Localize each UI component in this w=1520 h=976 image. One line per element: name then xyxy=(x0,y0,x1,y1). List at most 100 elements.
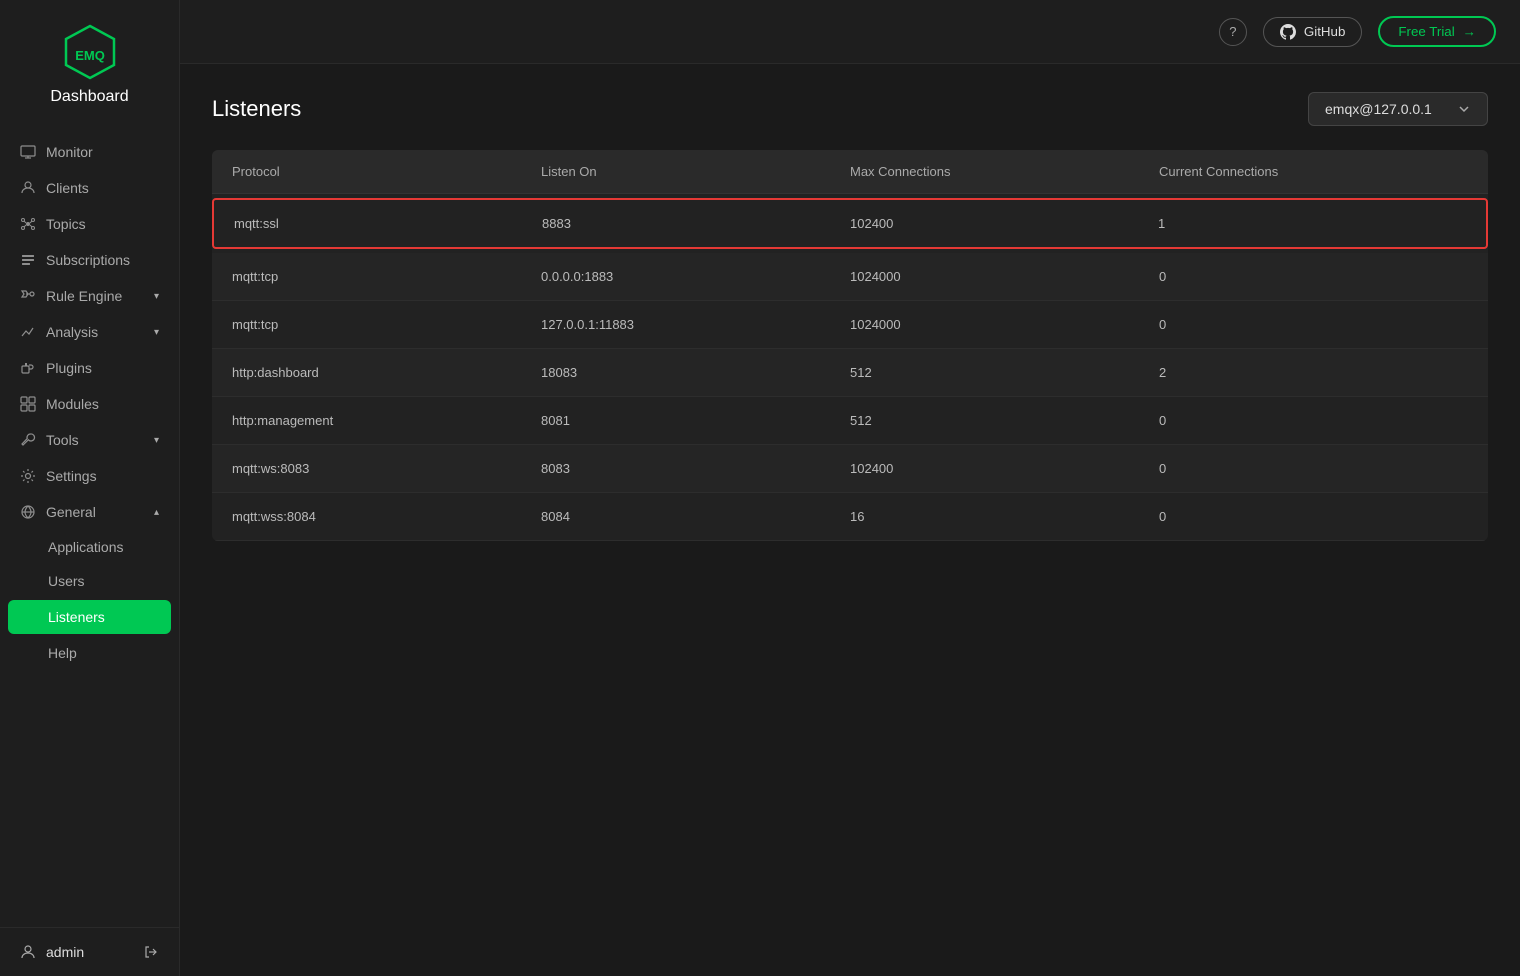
user-icon xyxy=(20,944,36,960)
svg-text:EMQ: EMQ xyxy=(75,48,105,63)
rule-engine-label: Rule Engine xyxy=(46,288,144,304)
clients-label: Clients xyxy=(46,180,159,196)
cell-listen_on: 8081 xyxy=(541,413,850,428)
general-label: General xyxy=(46,504,144,520)
cell-protocol: mqtt:wss:8084 xyxy=(232,509,541,524)
cell-current_connections: 0 xyxy=(1159,461,1468,476)
cell-listen_on: 18083 xyxy=(541,365,850,380)
table-body: mqtt:ssl88831024001mqtt:tcp0.0.0.0:18831… xyxy=(212,198,1488,541)
question-mark: ? xyxy=(1229,24,1236,39)
cell-max_connections: 102400 xyxy=(850,216,1158,231)
col-listen-on: Listen On xyxy=(541,164,850,179)
table-row[interactable]: mqtt:tcp127.0.0.1:1188310240000 xyxy=(212,301,1488,349)
monitor-label: Monitor xyxy=(46,144,159,160)
cell-listen_on: 127.0.0.1:11883 xyxy=(541,317,850,332)
cell-protocol: mqtt:tcp xyxy=(232,269,541,284)
emq-logo: EMQ xyxy=(62,24,118,80)
sidebar-item-users[interactable]: Users xyxy=(0,564,179,598)
tools-arrow: ▾ xyxy=(154,435,159,446)
chevron-down-icon xyxy=(1457,102,1471,116)
sidebar-item-general[interactable]: General ▴ xyxy=(0,494,179,530)
listeners-label: Listeners xyxy=(48,609,105,625)
general-icon xyxy=(20,504,36,520)
monitor-icon xyxy=(20,144,36,160)
sidebar: EMQ Dashboard Monitor Clients Topics Sub… xyxy=(0,0,180,976)
sidebar-item-analysis[interactable]: Analysis ▾ xyxy=(0,314,179,350)
sidebar-footer: admin xyxy=(0,927,179,976)
trial-arrow: → xyxy=(1463,24,1476,39)
sidebar-item-tools[interactable]: Tools ▾ xyxy=(0,422,179,458)
cell-max_connections: 102400 xyxy=(850,461,1159,476)
table-row[interactable]: mqtt:ws:808380831024000 xyxy=(212,445,1488,493)
general-arrow: ▴ xyxy=(154,507,159,518)
cell-max_connections: 16 xyxy=(850,509,1159,524)
listeners-table: Protocol Listen On Max Connections Curre… xyxy=(212,150,1488,541)
cell-current_connections: 0 xyxy=(1159,317,1468,332)
github-icon xyxy=(1280,24,1296,40)
cell-max_connections: 512 xyxy=(850,365,1159,380)
col-max-connections: Max Connections xyxy=(850,164,1159,179)
sidebar-item-monitor[interactable]: Monitor xyxy=(0,134,179,170)
node-selector[interactable]: emqx@127.0.0.1 xyxy=(1308,92,1488,126)
help-button[interactable]: ? xyxy=(1219,18,1247,46)
rule-engine-arrow: ▾ xyxy=(154,291,159,302)
cell-max_connections: 1024000 xyxy=(850,269,1159,284)
analysis-label: Analysis xyxy=(46,324,144,340)
applications-label: Applications xyxy=(48,539,124,555)
table-row[interactable]: mqtt:ssl88831024001 xyxy=(212,198,1488,249)
sidebar-item-subscriptions[interactable]: Subscriptions xyxy=(0,242,179,278)
sidebar-item-settings[interactable]: Settings xyxy=(0,458,179,494)
table-row[interactable]: http:management80815120 xyxy=(212,397,1488,445)
subscriptions-label: Subscriptions xyxy=(46,252,159,268)
modules-icon xyxy=(20,396,36,412)
github-button[interactable]: GitHub xyxy=(1263,17,1362,47)
col-protocol: Protocol xyxy=(232,164,541,179)
logout-icon[interactable] xyxy=(143,944,159,960)
page-content: Listeners emqx@127.0.0.1 Protocol Listen… xyxy=(180,64,1520,976)
sidebar-item-modules[interactable]: Modules xyxy=(0,386,179,422)
cell-protocol: http:dashboard xyxy=(232,365,541,380)
table-row[interactable]: mqtt:wss:80848084160 xyxy=(212,493,1488,541)
modules-label: Modules xyxy=(46,396,159,412)
cell-max_connections: 1024000 xyxy=(850,317,1159,332)
cell-listen_on: 8883 xyxy=(542,216,850,231)
topics-label: Topics xyxy=(46,216,159,232)
cell-protocol: mqtt:tcp xyxy=(232,317,541,332)
user-label: admin xyxy=(46,944,84,960)
analysis-arrow: ▾ xyxy=(154,327,159,338)
sidebar-item-help[interactable]: Help xyxy=(0,636,179,670)
free-trial-button[interactable]: Free Trial → xyxy=(1378,16,1496,47)
help-label: Help xyxy=(48,645,77,661)
cell-protocol: mqtt:ssl xyxy=(234,216,542,231)
sidebar-item-plugins[interactable]: Plugins xyxy=(0,350,179,386)
cell-current_connections: 0 xyxy=(1159,269,1468,284)
rule-engine-icon xyxy=(20,288,36,304)
users-label: Users xyxy=(48,573,85,589)
table-header: Protocol Listen On Max Connections Curre… xyxy=(212,150,1488,194)
cell-protocol: http:management xyxy=(232,413,541,428)
subscriptions-icon xyxy=(20,252,36,268)
sidebar-item-rule-engine[interactable]: Rule Engine ▾ xyxy=(0,278,179,314)
plugins-label: Plugins xyxy=(46,360,159,376)
sidebar-item-listeners[interactable]: Listeners xyxy=(8,600,171,634)
table-row[interactable]: http:dashboard180835122 xyxy=(212,349,1488,397)
table-row[interactable]: mqtt:tcp0.0.0.0:188310240000 xyxy=(212,253,1488,301)
github-label: GitHub xyxy=(1304,24,1345,39)
cell-current_connections: 2 xyxy=(1159,365,1468,380)
sidebar-item-clients[interactable]: Clients xyxy=(0,170,179,206)
sidebar-item-applications[interactable]: Applications xyxy=(0,530,179,564)
cell-listen_on: 8084 xyxy=(541,509,850,524)
cell-max_connections: 512 xyxy=(850,413,1159,428)
trial-label: Free Trial xyxy=(1398,24,1454,39)
sidebar-item-topics[interactable]: Topics xyxy=(0,206,179,242)
main-content: ? GitHub Free Trial → Listeners emqx@127… xyxy=(180,0,1520,976)
cell-current_connections: 1 xyxy=(1158,216,1466,231)
settings-icon xyxy=(20,468,36,484)
sidebar-nav: Monitor Clients Topics Subscriptions Rul… xyxy=(0,126,179,927)
plugins-icon xyxy=(20,360,36,376)
logo-area: EMQ Dashboard xyxy=(0,0,179,126)
dashboard-label: Dashboard xyxy=(50,88,128,106)
node-value: emqx@127.0.0.1 xyxy=(1325,101,1432,117)
cell-listen_on: 0.0.0.0:1883 xyxy=(541,269,850,284)
tools-label: Tools xyxy=(46,432,144,448)
